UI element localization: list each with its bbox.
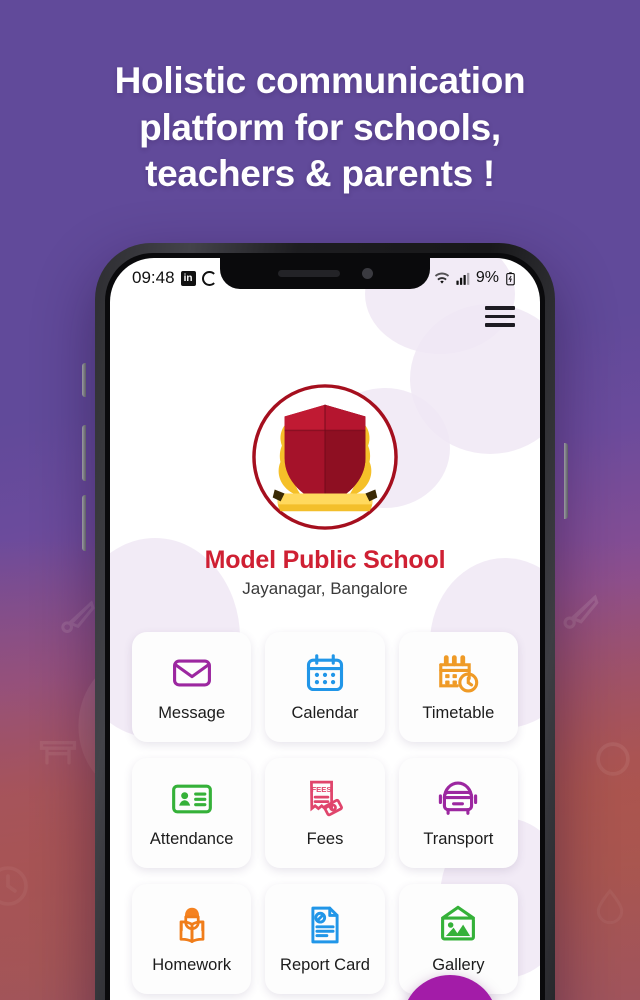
wifi-icon — [434, 272, 449, 284]
tile-label: Transport — [423, 830, 494, 848]
headline-line-1: Holistic communication — [114, 60, 526, 101]
hamburger-bar-1 — [485, 306, 515, 310]
phone-mockup: 09:48 in 9% Model Public School Jayanaga… — [82, 243, 568, 1000]
tile-label: Attendance — [149, 830, 234, 848]
volume-down-button[interactable] — [82, 495, 86, 551]
tile-label: Gallery — [432, 956, 485, 974]
tile-attendance[interactable]: Attendance — [132, 758, 252, 868]
tile-label: Timetable — [422, 704, 495, 722]
clock-deco-icon — [0, 866, 28, 906]
tile-label: Message — [158, 704, 226, 722]
status-time: 09:48 — [132, 268, 175, 287]
front-camera — [361, 268, 373, 279]
power-button[interactable] — [564, 443, 568, 519]
school-location: Jayanagar, Bangalore — [242, 579, 408, 598]
status-bar-left: 09:48 in — [132, 268, 217, 288]
circle-deco-icon — [596, 742, 630, 776]
tile-label: Homework — [152, 956, 232, 974]
tile-label: Fees — [306, 830, 344, 848]
hamburger-bar-3 — [485, 323, 515, 327]
tile-fees[interactable]: FEES Fees — [265, 758, 385, 868]
tile-transport[interactable]: Transport — [398, 758, 518, 868]
linkedin-icon: in — [180, 270, 196, 286]
envelope-icon — [170, 651, 214, 695]
chrome-icon — [201, 270, 217, 286]
battery-charging-icon — [506, 271, 515, 285]
photo-frame-icon — [436, 903, 480, 947]
tile-message[interactable]: Message — [132, 632, 252, 742]
paintbrush-deco-icon — [61, 600, 95, 633]
tile-timetable[interactable]: Timetable — [398, 632, 518, 742]
phone-notch — [220, 258, 430, 289]
school-header: Model Public School Jayanagar, Bangalore — [110, 383, 540, 599]
tile-label: Report Card — [280, 956, 370, 974]
school-crest-logo — [252, 384, 398, 530]
document-icon — [303, 903, 347, 947]
phone-bezel: 09:48 in 9% Model Public School Jayanaga… — [105, 253, 545, 1000]
earpiece-speaker — [277, 270, 340, 277]
headline-line-2: platform for schools, — [139, 106, 501, 148]
id-card-icon — [170, 777, 214, 821]
desk-deco-icon — [39, 741, 77, 765]
fees-receipt-icon: FEES — [303, 777, 347, 821]
promo-headline: Holistic communication platform for scho… — [0, 58, 640, 198]
svg-text:FEES: FEES — [311, 785, 331, 794]
calendar-icon — [303, 651, 347, 695]
timetable-icon — [436, 651, 480, 695]
signal-icon — [456, 272, 470, 285]
status-bar-right: 9% — [433, 269, 518, 287]
tile-calendar[interactable]: Calendar — [265, 632, 385, 742]
headline-line-3: teachers & parents ! — [145, 153, 495, 195]
drop-deco-icon — [596, 888, 624, 925]
hamburger-bar-2 — [485, 314, 515, 318]
hamburger-icon[interactable] — [485, 306, 515, 327]
menu-grid: Message Calendar Timetable Attendance FE… — [132, 632, 518, 994]
volume-up-button[interactable] — [82, 425, 86, 481]
tile-report-card[interactable]: Report Card — [265, 884, 385, 994]
tile-label: Calendar — [291, 704, 359, 722]
school-name: Model Public School — [204, 546, 446, 574]
paintbrush-right-deco-icon — [563, 594, 599, 629]
silent-switch-button[interactable] — [82, 363, 86, 397]
battery-percent-label: 9% — [475, 269, 499, 286]
reading-book-icon — [170, 903, 214, 947]
phone-screen: 09:48 in 9% Model Public School Jayanaga… — [110, 258, 540, 1000]
tile-homework[interactable]: Homework — [132, 884, 252, 994]
bus-icon — [436, 777, 480, 821]
